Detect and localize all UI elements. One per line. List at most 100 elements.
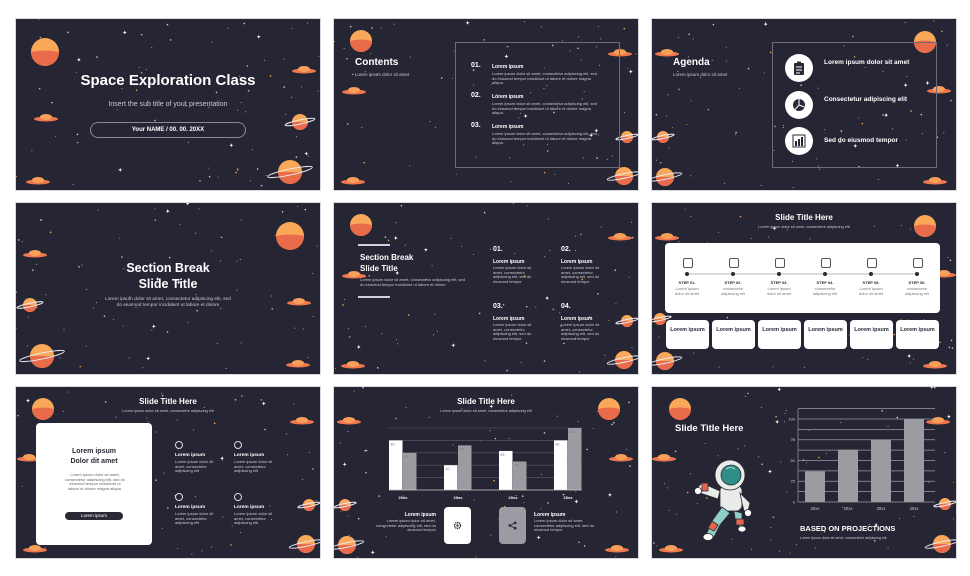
space-background — [335, 203, 638, 373]
star-dot — [600, 38, 602, 40]
cloud-icon — [40, 114, 52, 120]
ringed-planet-icon — [278, 160, 302, 184]
slide-7-features[interactable]: Slide Title Here Lorem ipsum dolor sit a… — [16, 387, 320, 558]
image-icon — [775, 258, 785, 268]
star-dot — [933, 20, 935, 22]
planet-icon — [350, 39, 372, 52]
star-dot — [304, 208, 307, 211]
timeline-dot — [685, 271, 689, 276]
timeline-line — [687, 273, 917, 275]
star-dot — [502, 303, 505, 306]
ringed-planet-icon — [621, 315, 633, 327]
sparkle-star-icon — [393, 235, 399, 241]
star-dot — [455, 173, 457, 175]
star-dot — [579, 234, 581, 236]
star-dot — [27, 316, 29, 318]
star-dot — [138, 66, 140, 68]
planet-ring — [652, 133, 675, 141]
star-dot — [199, 179, 201, 182]
star-dot — [122, 325, 124, 327]
slide-5-section-grid[interactable]: Section Break Slide Title Lorem ipsum do… — [334, 203, 638, 374]
star-dot — [283, 165, 285, 167]
star-dot — [194, 232, 196, 234]
slide-9-projections[interactable]: Slide Title Here 0 25 50 75 100 20xx 20xx 20xx 2… — [652, 387, 956, 558]
star-dot — [283, 58, 285, 60]
cloud-icon — [661, 233, 673, 239]
step-label: STEP 06. — [908, 280, 926, 285]
share-icon[interactable] — [499, 507, 526, 544]
star-dot — [597, 293, 599, 295]
star-dot — [370, 53, 372, 55]
card-button[interactable]: Lorem ipsum — [65, 512, 123, 520]
item-desc: Lorem ipsum dolor sit amet, consectetur … — [561, 322, 600, 341]
star-dot — [21, 485, 23, 487]
projection-heading: BASED ON PROJECTIONS — [800, 524, 896, 533]
star-dot — [631, 236, 634, 239]
planet-ring — [615, 317, 638, 325]
ringed-planet-icon — [621, 131, 633, 143]
ringed-planet-icon — [297, 535, 315, 553]
star-dot — [187, 141, 189, 143]
star-dot — [760, 184, 762, 186]
star-dot — [179, 224, 181, 226]
lightbulb-icon — [175, 441, 183, 449]
step-desc: consectetur adipiscing elit — [720, 286, 745, 296]
star-dot — [240, 342, 242, 344]
slide-3-agenda[interactable]: Agenda Lorem ipsum dolor sit amet Lorem … — [652, 19, 956, 190]
x-tick-label: 20xx — [811, 506, 821, 511]
star-dot — [309, 451, 311, 453]
star-dot — [302, 478, 304, 480]
star-dot — [950, 339, 953, 342]
ringed-planet-icon — [615, 167, 633, 185]
star-dot — [16, 291, 17, 294]
sparkle-star-icon — [185, 203, 191, 207]
star-dot — [711, 59, 713, 61]
star-dot — [265, 175, 267, 177]
star-dot — [116, 109, 118, 111]
item-title: Lorem ipsum — [175, 453, 206, 458]
contents-title: Contents — [355, 57, 399, 68]
item-desc: Lorem ipsum dolor sit amet, consectetur … — [234, 459, 273, 474]
x-tick-label: 20xx — [399, 495, 409, 500]
sparkle-star-icon — [145, 356, 151, 362]
cloud-icon — [341, 363, 365, 369]
star-dot — [690, 100, 692, 102]
contents-subtitle: Lorem ipsum dolor sit amet — [354, 72, 410, 77]
slide-4-section-break[interactable]: Section Break Slide Title Lorem ipsum do… — [16, 203, 320, 374]
star-dot — [913, 358, 915, 360]
star-dot — [154, 219, 157, 221]
presentation-title: Space Exploration Class — [80, 72, 256, 89]
gear-icon[interactable] — [444, 507, 471, 544]
star-dot — [295, 156, 298, 158]
cloud-icon — [929, 177, 941, 183]
star-dot — [67, 31, 69, 34]
bar — [458, 445, 472, 490]
section-title-line2: Slide Title — [360, 264, 398, 273]
slide-title: Slide Title Here — [775, 213, 833, 222]
star-dot — [36, 306, 38, 308]
star-dot — [270, 295, 272, 297]
item-desc: Lorem ipsum dolor sit amet, consectetur … — [493, 265, 532, 284]
star-dot — [163, 472, 165, 474]
slide-subtitle: Lorem ipsum dolor sit amet, consectetur … — [122, 409, 214, 413]
star-dot — [525, 342, 528, 344]
star-dot — [121, 256, 123, 258]
star-dot — [489, 248, 491, 250]
star-dot — [631, 221, 633, 223]
star-dot — [207, 167, 209, 169]
sparkle-star-icon — [117, 167, 123, 173]
star-dot — [404, 244, 406, 246]
slide-6-steps[interactable]: Slide Title Here Lorem ipsum dolor sit a… — [652, 203, 956, 374]
section-desc: Lorem ipsum dolor sit amet, consectetur … — [360, 277, 465, 287]
star-dot — [429, 121, 431, 123]
slide-8-bar-chart[interactable]: Slide Title Here Lorem ipsum dolor sit a… — [334, 387, 638, 558]
star-dot — [287, 454, 289, 456]
star-dot — [478, 312, 481, 315]
slide-2-contents[interactable]: Contents • Lorem ipsum dolor sit amet 01… — [334, 19, 638, 190]
star-dot — [549, 249, 551, 251]
cloud-icon — [923, 179, 947, 185]
slide-1-title[interactable]: Space Exploration Class Insert the sub t… — [16, 19, 320, 190]
ringed-planet-icon — [654, 313, 666, 325]
star-dot — [198, 208, 200, 210]
ringed-planet-icon — [621, 137, 633, 143]
